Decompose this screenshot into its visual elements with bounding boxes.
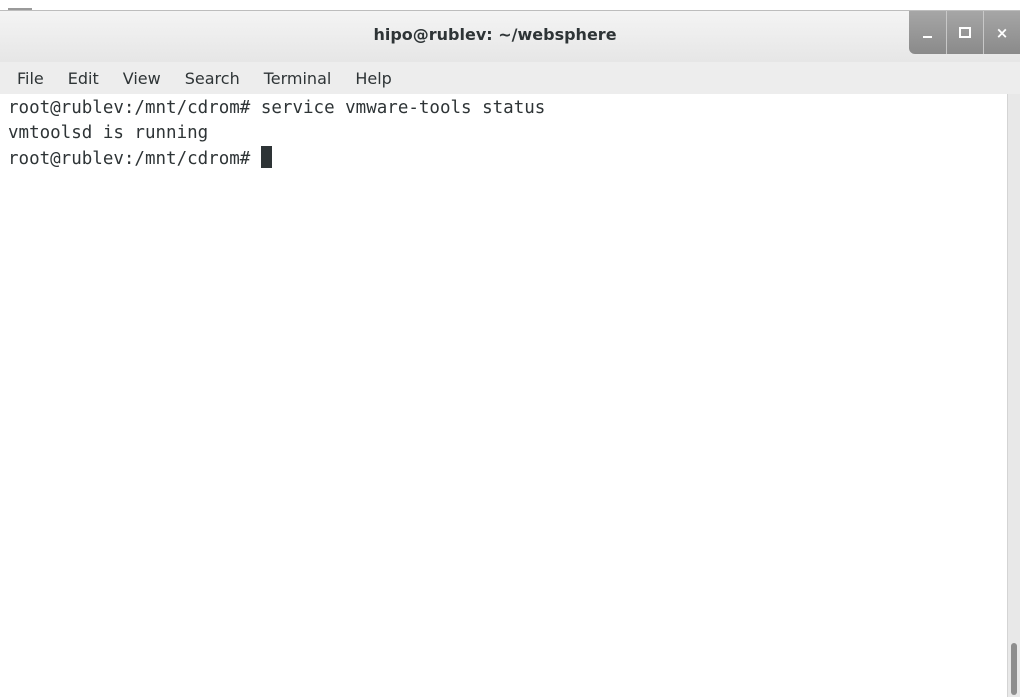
terminal-line-output: vmtoolsd is running <box>8 123 209 143</box>
menu-view[interactable]: View <box>111 69 173 88</box>
menu-help[interactable]: Help <box>343 69 403 88</box>
menu-file[interactable]: File <box>0 69 56 88</box>
scrollbar-thumb[interactable] <box>1011 643 1017 695</box>
menu-terminal[interactable]: Terminal <box>252 69 344 88</box>
window-controls: × <box>909 11 1020 54</box>
window-title: hipo@rublev: ~/websphere <box>373 25 617 44</box>
close-button[interactable]: × <box>983 11 1020 54</box>
maximize-icon <box>959 27 971 38</box>
minimize-icon <box>923 35 932 38</box>
menu-edit[interactable]: Edit <box>56 69 111 88</box>
text-cursor <box>260 146 272 168</box>
terminal-area[interactable]: root@rublev:/mnt/cdrom# service vmware-t… <box>0 94 1007 697</box>
terminal-scrollbar[interactable] <box>1007 94 1020 697</box>
close-icon: × <box>995 23 1009 42</box>
terminal-line-prompt: root@rublev:/mnt/cdrom# <box>8 146 272 172</box>
terminal-line-command: root@rublev:/mnt/cdrom# service vmware-t… <box>8 98 546 118</box>
terminal-prompt: root@rublev:/mnt/cdrom# <box>8 149 261 169</box>
menu-search[interactable]: Search <box>173 69 252 88</box>
minimize-button[interactable] <box>909 11 946 54</box>
screen: hipo@rublev: ~/websphere × File Edit Vie… <box>0 0 1020 697</box>
desktop-edge <box>0 0 1020 10</box>
window-titlebar[interactable]: hipo@rublev: ~/websphere × <box>0 10 1020 62</box>
maximize-button[interactable] <box>946 11 983 54</box>
menu-bar: File Edit View Search Terminal Help <box>0 62 1020 94</box>
